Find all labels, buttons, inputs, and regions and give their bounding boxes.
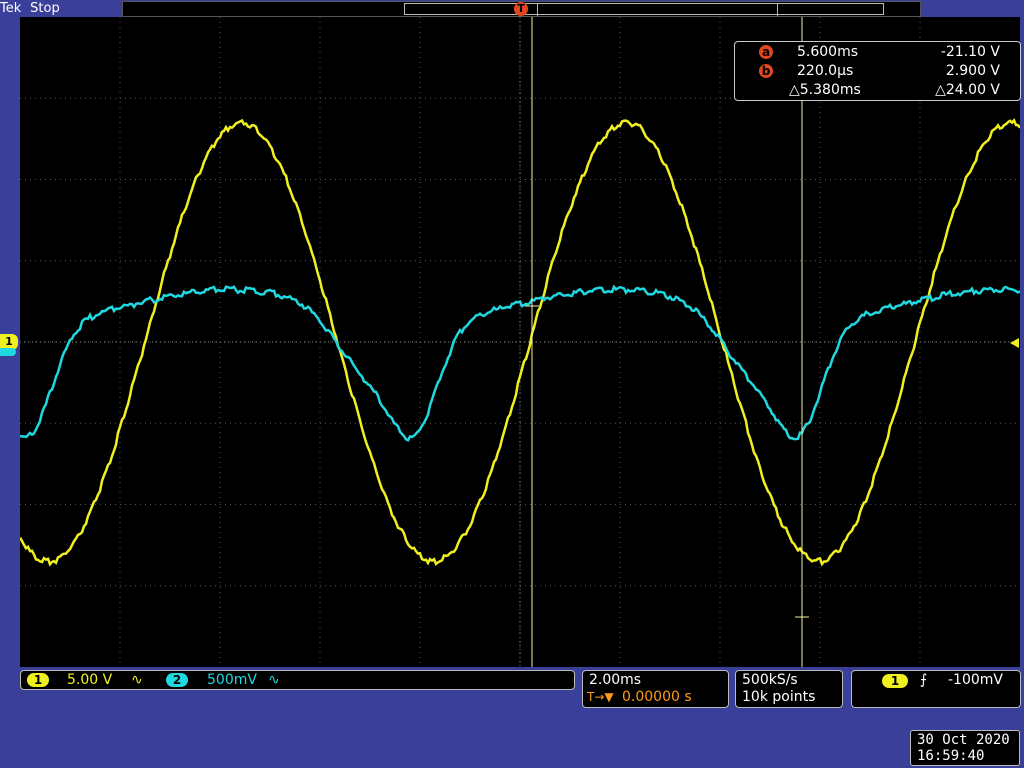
- waveform-display[interactable]: [20, 17, 1020, 667]
- trigger-position-icon: T→▼: [587, 690, 614, 704]
- trigger-level-marker[interactable]: [1010, 338, 1019, 348]
- cursor-b-time: 220.0µs: [797, 63, 854, 79]
- timebase-panel[interactable]: 2.00ms T→▼ 0.00000 s: [582, 670, 729, 708]
- trigger-level[interactable]: -100mV: [948, 672, 1003, 688]
- cursor-delta-voltage: △24.00 V: [935, 82, 1000, 98]
- acquisition-panel[interactable]: 500kS/s 10k points: [735, 670, 843, 708]
- channel-settings-panel[interactable]: 1 5.00 V ∿ 2 500mV ∿: [20, 670, 575, 690]
- cursor-a-row: a 5.600ms -21.10 V: [735, 43, 1020, 61]
- trigger-source-badge[interactable]: 1: [882, 674, 908, 688]
- record-window[interactable]: [404, 3, 884, 16]
- acquisition-state: Stop: [30, 1, 60, 16]
- cursor-delta-row: △5.380ms △24.00 V: [735, 81, 1020, 99]
- status-header: Tek Stop: [0, 0, 60, 16]
- record-window-tick: [777, 4, 778, 16]
- trigger-panel[interactable]: 1 ⨍ -100mV: [851, 670, 1021, 708]
- cursor-readout: a 5.600ms -21.10 V b 220.0µs 2.900 V △5.…: [734, 41, 1021, 101]
- cursor-a-badge: a: [759, 45, 773, 59]
- cursor-b-voltage: 2.900 V: [945, 63, 1000, 79]
- waveform-plot: [20, 17, 1020, 667]
- cursor-delta-time: △5.380ms: [789, 82, 861, 98]
- time-label: 16:59:40: [917, 748, 985, 764]
- ch2-coupling-icon: ∿: [268, 672, 280, 688]
- trigger-position-marker[interactable]: T: [514, 2, 528, 16]
- ch1-coupling-icon: ∿: [131, 672, 143, 688]
- horizontal-scale[interactable]: 2.00ms: [589, 672, 641, 688]
- brand-label: Tek: [0, 1, 22, 16]
- ch2-ground-marker[interactable]: [0, 348, 16, 356]
- sample-rate: 500kS/s: [742, 672, 798, 688]
- record-window-tick: [537, 4, 538, 16]
- cursor-a-time: 5.600ms: [797, 44, 859, 60]
- cursor-b-row: b 220.0µs 2.900 V: [735, 62, 1020, 80]
- datetime-panel: 30 Oct 2020 16:59:40: [910, 730, 1020, 766]
- ch1-scale[interactable]: 5.00 V: [67, 672, 112, 688]
- ch2-scale[interactable]: 500mV: [207, 672, 257, 688]
- cursor-b-badge: b: [759, 64, 773, 78]
- record-length: 10k points: [742, 689, 816, 705]
- ch2-badge[interactable]: 2: [166, 673, 188, 687]
- trigger-slope-icon: ⨍: [920, 672, 928, 688]
- date-label: 30 Oct 2020: [917, 732, 1010, 748]
- horizontal-position[interactable]: 0.00000 s: [622, 689, 692, 705]
- ch1-badge[interactable]: 1: [27, 673, 49, 687]
- cursor-a-voltage: -21.10 V: [940, 44, 1000, 60]
